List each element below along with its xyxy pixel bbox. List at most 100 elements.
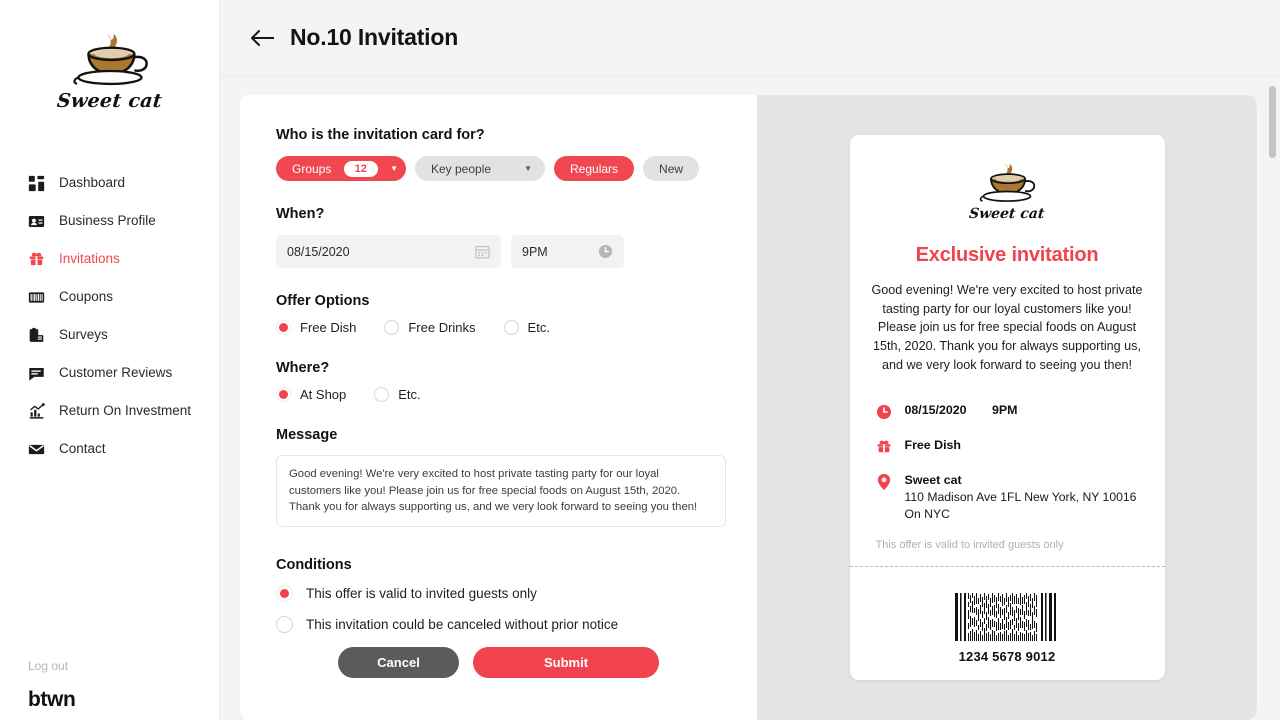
radio-indicator[interactable] <box>276 320 291 335</box>
back-arrow-icon[interactable] <box>250 27 276 49</box>
vertical-scrollbar[interactable] <box>1269 86 1276 714</box>
sidebar-nav: Dashboard Business Profile Invitations C… <box>0 164 219 468</box>
message-section-label: Message <box>276 427 338 443</box>
main-area: No.10 Invitation Who is the invitation c… <box>220 0 1280 720</box>
app-root: Sweet cat Dashboard Business Profile Inv… <box>0 0 1280 720</box>
card-logo-wordmark: Sweet cat <box>968 206 1046 222</box>
audience-pill-key-people[interactable]: Key people ▼ <box>415 156 545 181</box>
clock-icon <box>876 405 891 420</box>
chart-up-icon <box>29 402 45 419</box>
sidebar-logo-wordmark: Sweet cat <box>55 90 164 112</box>
where-option-label: At Shop <box>300 387 347 402</box>
offer-option-label: Free Dish <box>300 320 357 335</box>
where-option-etc[interactable]: Etc. <box>374 387 421 402</box>
radio-indicator[interactable] <box>276 616 293 633</box>
offer-option-free-dish[interactable]: Free Dish <box>276 320 356 335</box>
card-detail-offer-text: Free Dish <box>904 438 961 453</box>
offer-option-free-drinks[interactable]: Free Drinks <box>384 320 476 335</box>
card-detail-place: Sweet cat 110 Madison Ave 1FL New York, … <box>876 472 1165 523</box>
card-detail-date: 08/15/2020 <box>904 403 967 418</box>
content-area: Who is the invitation card for? Groups 1… <box>220 76 1280 720</box>
card-place-address: 110 Madison Ave 1FL New York, NY 10016 <box>904 490 1137 505</box>
message-textarea[interactable] <box>276 455 726 527</box>
barcode-icon <box>955 592 1056 641</box>
radio-indicator[interactable] <box>276 585 293 602</box>
logout-link[interactable]: Log out <box>28 659 68 673</box>
location-pin-icon <box>877 474 890 491</box>
audience-pill-new[interactable]: New <box>643 156 700 181</box>
invitation-form-panel: Who is the invitation card for? Groups 1… <box>240 95 757 720</box>
card-barcode-area: 1234 5678 9012 <box>850 567 1165 664</box>
scrollbar-thumb[interactable] <box>1269 86 1276 158</box>
where-options: At Shop Etc. <box>276 387 757 402</box>
barcode-number: 1234 5678 9012 <box>958 648 1056 664</box>
time-value: 9PM <box>522 244 548 259</box>
form-actions: Cancel Submit <box>276 647 757 678</box>
where-section-label: Where? <box>276 360 330 376</box>
time-input[interactable]: 9PM <box>511 235 624 268</box>
sidebar-item-customer-reviews[interactable]: Customer Reviews <box>0 354 219 392</box>
conditions-section: Conditions This offer is valid to invite… <box>276 557 757 633</box>
card-detail-when-text: 08/15/2020 9PM <box>905 402 1018 419</box>
audience-options: Groups 12 ▼ Key people ▼ Regulars New <box>276 156 757 181</box>
condition-option-invited-guests[interactable]: This offer is valid to invited guests on… <box>276 585 757 602</box>
where-option-at-shop[interactable]: At Shop <box>276 387 346 402</box>
date-input[interactable]: 08/15/2020 <box>276 235 501 268</box>
radio-indicator[interactable] <box>503 320 519 335</box>
when-section-label: When? <box>276 206 325 222</box>
audience-pill-label: Key people <box>431 161 492 176</box>
calendar-icon <box>475 246 490 259</box>
page-title: No.10 Invitation <box>290 24 459 50</box>
chevron-down-icon: ▼ <box>390 163 398 173</box>
sidebar-item-label: Dashboard <box>59 175 126 191</box>
invitation-card: Sweet cat Exclusive invitation Good even… <box>849 135 1165 680</box>
sidebar-item-contact[interactable]: Contact <box>0 430 219 468</box>
condition-option-cancelable[interactable]: This invitation could be canceled withou… <box>276 616 757 633</box>
radio-indicator[interactable] <box>384 320 400 335</box>
coupon-icon <box>28 291 45 303</box>
groups-count-badge: 12 <box>343 160 378 177</box>
cancel-button[interactable]: Cancel <box>338 647 459 678</box>
sidebar-item-label: Customer Reviews <box>59 365 173 381</box>
sidebar-item-surveys[interactable]: Surveys <box>0 316 219 354</box>
offer-option-etc[interactable]: Etc. <box>503 320 550 335</box>
sidebar-item-label: Business Profile <box>59 213 156 229</box>
offer-section-label: Offer Options <box>276 293 370 309</box>
sidebar: Sweet cat Dashboard Business Profile Inv… <box>0 0 220 720</box>
offer-options: Free Dish Free Drinks Etc. <box>276 320 757 335</box>
card-detail-offer: Free Dish <box>876 437 1165 456</box>
sidebar-item-label: Surveys <box>59 327 108 343</box>
card-message: Good evening! We're very excited to host… <box>871 283 1143 372</box>
envelope-icon <box>28 444 45 454</box>
chat-bubble-icon <box>29 367 44 380</box>
card-logo: Sweet cat <box>850 161 1165 222</box>
condition-option-label: This offer is valid to invited guests on… <box>306 586 537 601</box>
sidebar-item-return-on-investment[interactable]: Return On Investment <box>0 392 219 430</box>
card-place-city: On NYC <box>904 507 950 522</box>
message-section: Message <box>276 427 757 532</box>
audience-pill-label: Groups <box>292 161 332 176</box>
conditions-section-label: Conditions <box>276 557 352 573</box>
chevron-down-icon: ▼ <box>524 164 532 173</box>
audience-pill-groups[interactable]: Groups 12 ▼ <box>276 156 406 181</box>
radio-indicator[interactable] <box>276 387 291 402</box>
sidebar-logo[interactable]: Sweet cat <box>0 0 219 112</box>
sidebar-item-dashboard[interactable]: Dashboard <box>0 164 219 202</box>
sidebar-item-coupons[interactable]: Coupons <box>0 278 219 316</box>
submit-button[interactable]: Submit <box>473 647 659 678</box>
radio-indicator[interactable] <box>374 387 390 402</box>
card-title: Exclusive invitation <box>915 244 1099 266</box>
sidebar-item-label: Coupons <box>59 289 114 305</box>
sidebar-item-invitations[interactable]: Invitations <box>0 240 219 278</box>
invitation-preview-panel: Sweet cat Exclusive invitation Good even… <box>757 95 1257 720</box>
page-header: No.10 Invitation <box>220 0 1280 76</box>
card-note: This offer is valid to invited guests on… <box>875 538 1064 551</box>
audience-pill-regulars[interactable]: Regulars <box>554 156 635 181</box>
card-place-name: Sweet cat <box>904 473 962 488</box>
sidebar-item-business-profile[interactable]: Business Profile <box>0 202 219 240</box>
date-value: 08/15/2020 <box>287 244 350 259</box>
sidebar-item-label: Invitations <box>59 251 120 267</box>
dashboard-icon <box>28 175 45 191</box>
clock-icon <box>598 244 613 259</box>
when-section: When? 08/15/2020 9PM <box>276 206 757 268</box>
